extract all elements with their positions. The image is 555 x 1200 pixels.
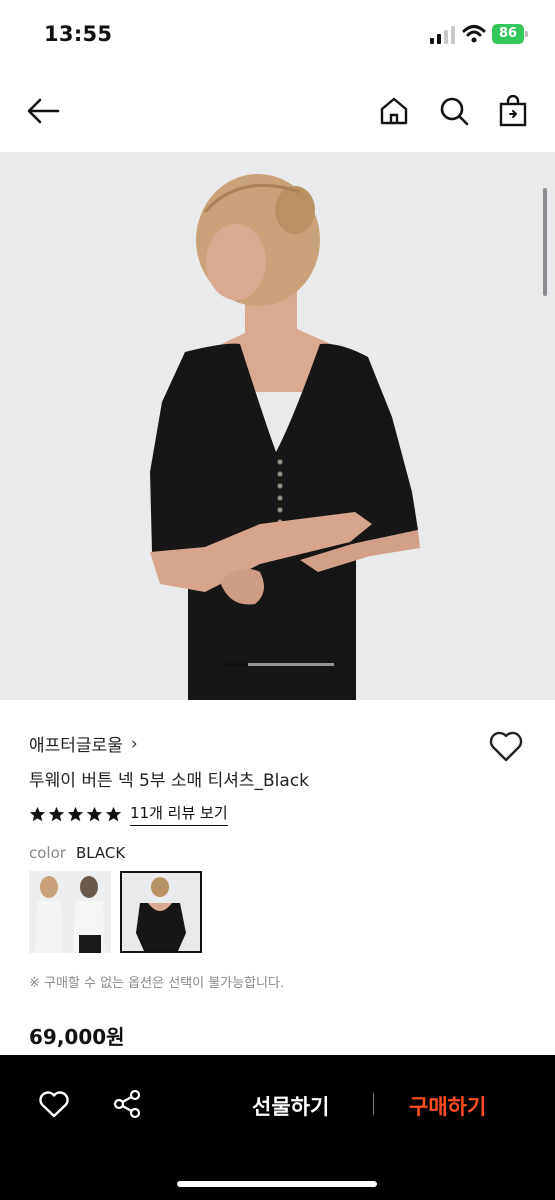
- image-page-indicator-active: [220, 663, 248, 666]
- status-bar: 13:55 86: [0, 0, 555, 70]
- review-link[interactable]: 11개 리뷰 보기: [130, 802, 228, 826]
- battery-icon: 86: [492, 24, 528, 44]
- thumbnail-image: [29, 871, 111, 953]
- option-notice: ※ 구매할 수 없는 옵션은 선택이 불가능합니다.: [29, 976, 285, 991]
- rating-row: 11개 리뷰 보기: [29, 802, 228, 826]
- star-icon: [105, 806, 122, 821]
- search-icon[interactable]: [437, 94, 471, 128]
- image-scrollbar: [543, 188, 547, 296]
- color-thumbnails: [29, 871, 202, 953]
- gift-button[interactable]: 선물하기: [252, 1091, 329, 1121]
- color-option-row: color BLACK: [29, 844, 125, 862]
- arrow-left-icon[interactable]: [26, 94, 60, 128]
- star-icon: [48, 806, 65, 821]
- home-icon[interactable]: [377, 94, 411, 128]
- product-price: 69,000원: [29, 1025, 125, 1049]
- signal-icon: [430, 26, 455, 44]
- image-page-indicator: [220, 663, 334, 666]
- buy-button[interactable]: 구매하기: [409, 1091, 486, 1121]
- star-icon: [86, 806, 103, 821]
- color-label: color: [29, 844, 66, 862]
- bottom-action-bar: 선물하기 구매하기: [0, 1055, 555, 1200]
- share-icon[interactable]: [112, 1089, 142, 1119]
- brand-link[interactable]: 애프터글로울 ›: [29, 731, 138, 757]
- chevron-right-icon: ›: [130, 733, 138, 754]
- top-nav: [0, 70, 555, 152]
- heart-outline-icon[interactable]: [488, 729, 524, 763]
- product-image[interactable]: [0, 152, 555, 700]
- star-icon: [67, 806, 84, 821]
- wifi-icon: [462, 25, 486, 43]
- star-icon: [29, 806, 46, 821]
- rating-stars: [29, 806, 122, 823]
- divider: [373, 1093, 374, 1115]
- color-value: BLACK: [75, 844, 126, 862]
- home-indicator: [177, 1181, 377, 1187]
- color-thumbnail-white[interactable]: [29, 871, 111, 953]
- battery-level: 86: [492, 24, 524, 44]
- product-title: 투웨이 버튼 넥 5부 소매 티셔츠_Black: [29, 771, 310, 791]
- heart-icon[interactable]: [38, 1089, 70, 1119]
- thumbnail-image: [122, 873, 200, 951]
- brand-name: 애프터글로울: [29, 736, 123, 756]
- shopping-bag-icon[interactable]: [496, 94, 530, 128]
- status-time: 13:55: [44, 22, 113, 46]
- color-thumbnail-black[interactable]: [120, 871, 202, 953]
- product-photo: [0, 152, 555, 700]
